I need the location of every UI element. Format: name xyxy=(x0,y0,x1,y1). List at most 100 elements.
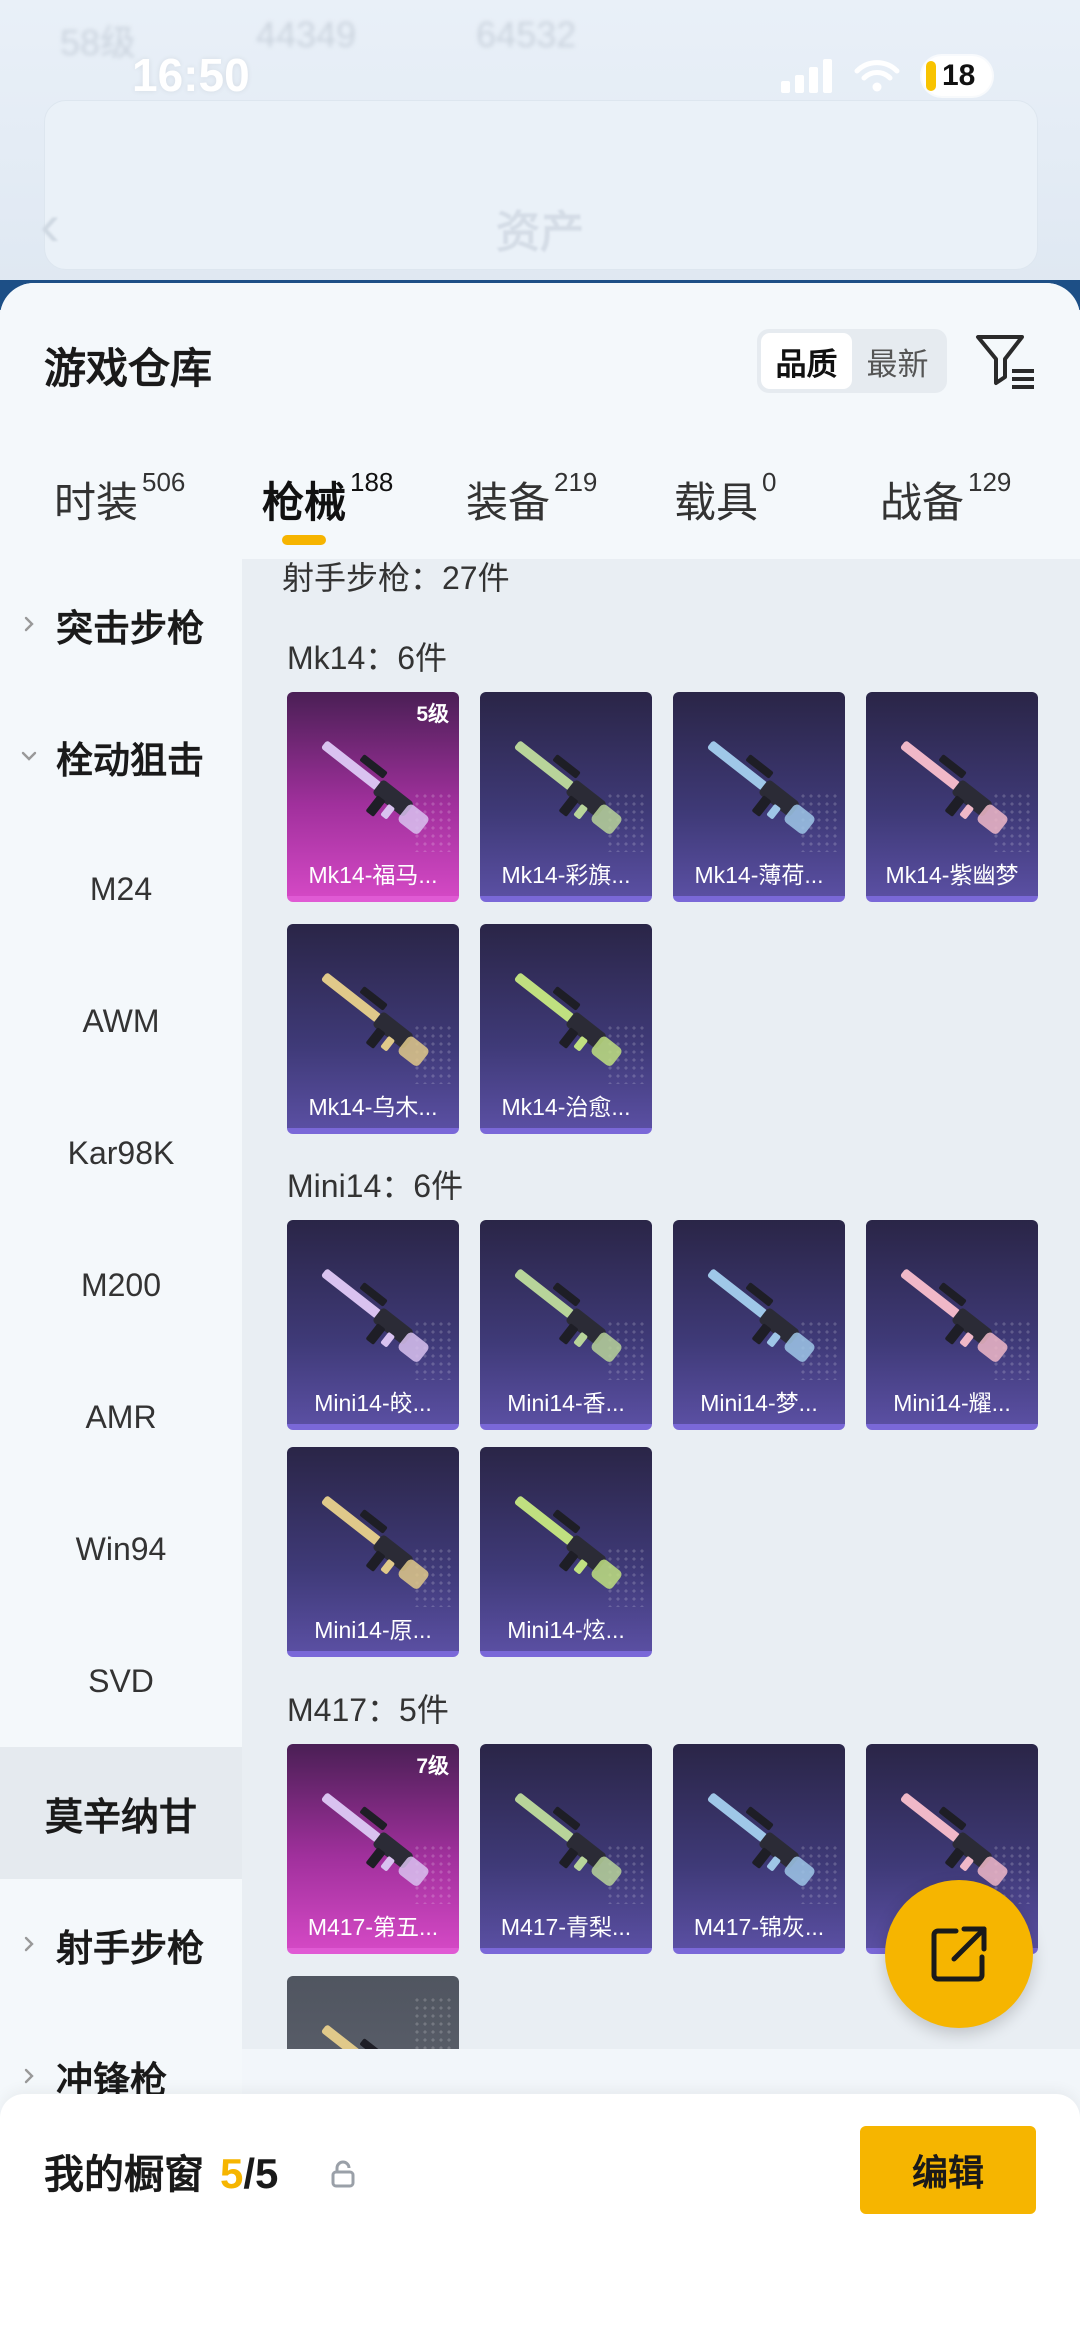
sidebar-item-mosin-nagant[interactable]: 莫辛纳甘 xyxy=(0,1747,242,1879)
rifle-icon xyxy=(321,973,429,1066)
group-label-m417: M417：5件 xyxy=(287,1692,449,1728)
signal-icon xyxy=(781,59,832,93)
sidebar-item-kar98k[interactable]: Kar98K xyxy=(0,1087,242,1219)
chevron-right-icon xyxy=(24,1936,34,1952)
background-header: 58级 44349 64532 ‹ 资产 16:50 18 xyxy=(0,0,1080,290)
sidebar-item-label: 突击步枪 xyxy=(56,608,204,649)
weapon-card[interactable]: Mini14-耀... xyxy=(866,1220,1038,1430)
edit-button[interactable]: 编辑 xyxy=(860,2126,1036,2214)
battery-indicator: 18 xyxy=(922,56,992,96)
rifle-icon xyxy=(514,1793,622,1886)
sort-toggle: 品质 最新 xyxy=(757,329,947,393)
weapon-card[interactable]: Mini14-香... xyxy=(480,1220,652,1430)
card-name: Mini14-香... xyxy=(507,1390,625,1416)
rifle-icon xyxy=(514,1269,622,1362)
card-name: M417-青梨... xyxy=(500,1914,632,1940)
showcase-current: 5 xyxy=(220,2150,244,2197)
rifle-icon xyxy=(321,1793,429,1886)
showcase-separator: / xyxy=(243,2150,256,2197)
weapon-card[interactable]: Mini14-梦... xyxy=(673,1220,845,1430)
chevron-right-icon xyxy=(24,2068,34,2084)
sort-quality-button[interactable]: 品质 xyxy=(761,333,852,389)
tab-equipment[interactable]: 装备 219 xyxy=(466,467,598,530)
page-title: 资产 xyxy=(496,208,584,257)
sort-latest-button[interactable]: 最新 xyxy=(852,333,943,389)
weapon-card[interactable]: Mini14-炫... xyxy=(480,1447,652,1657)
sidebar-item-label: 射手步枪 xyxy=(56,1928,204,1969)
category-tabs: 时装 506 枪械 188 装备 219 载具 0 战备 129 xyxy=(0,467,1080,559)
rifle-icon xyxy=(321,2025,388,2049)
card-name: Mk14-紫幽梦 xyxy=(885,862,1019,888)
chevron-down-icon xyxy=(21,751,37,761)
tab-firearms[interactable]: 枪械 188 xyxy=(262,467,394,530)
showcase-title: 我的橱窗 5/5 xyxy=(44,2142,278,2200)
weapon-card[interactable]: Mk14-乌木... xyxy=(287,924,459,1134)
filter-icon[interactable] xyxy=(972,327,1038,393)
battery-level: 18 xyxy=(942,59,976,92)
card-name: Mk14-乌木... xyxy=(308,1094,438,1120)
rifle-icon xyxy=(900,1269,1008,1362)
weapon-card[interactable]: Mini14-原... xyxy=(287,1447,459,1657)
tab-label: 战备 xyxy=(880,479,965,526)
weapon-grid: 射手步枪：27件 Mk14：6件 Mini14：6件 M417：5件 5级 Mk1… xyxy=(242,559,1080,2049)
tab-label: 载具 xyxy=(674,479,759,526)
weapon-card[interactable] xyxy=(287,1976,459,2049)
weapon-card[interactable]: M417-锦灰... xyxy=(673,1744,845,1954)
card-name: Mini14-炫... xyxy=(507,1617,625,1643)
weapon-card[interactable]: Mk14-薄荷... xyxy=(673,692,845,902)
card-name: Mk14-彩旗... xyxy=(501,862,631,888)
tab-label: 枪械 xyxy=(262,479,347,526)
warehouse-sheet: 游戏仓库 品质 最新 时装 506 枪械 188 装备 219 载具 0 战备 … xyxy=(0,283,1080,2341)
tab-count: 129 xyxy=(968,467,1012,497)
warehouse-title: 游戏仓库 xyxy=(44,345,213,392)
weapon-card[interactable]: Mk14-紫幽梦 xyxy=(866,692,1038,902)
card-name: Mk14-福马... xyxy=(308,862,438,888)
weapon-card[interactable]: Mini14-皎... xyxy=(287,1220,459,1430)
background-id: 44349 xyxy=(256,14,357,55)
share-icon xyxy=(931,1926,987,1982)
sidebar-item-marksman-rifles[interactable]: 射手步枪 xyxy=(0,1879,242,2011)
sidebar-item-svd[interactable]: SVD xyxy=(0,1615,242,1747)
rifle-icon xyxy=(321,1269,429,1362)
status-icons: 18 xyxy=(781,56,992,96)
card-level-badge: 5级 xyxy=(416,703,449,726)
sidebar-item-win94[interactable]: Win94 xyxy=(0,1483,242,1615)
card-name: Mini14-皎... xyxy=(314,1390,432,1416)
tab-vehicles[interactable]: 载具 0 xyxy=(674,467,776,530)
card-name: M417-第五... xyxy=(307,1914,439,1940)
showcase-bar: 我的橱窗 5/5 编辑 xyxy=(0,2094,1080,2341)
weapon-sidebar: 突击步枪 栓动狙击 M24 AWM Kar98K M200 AMR Win94 … xyxy=(0,559,242,2339)
sidebar-item-awm[interactable]: AWM xyxy=(0,955,242,1087)
sidebar-item-m200[interactable]: M200 xyxy=(0,1219,242,1351)
weapon-card[interactable]: Mk14-彩旗... xyxy=(480,692,652,902)
weapon-card[interactable]: 5级 Mk14-福马... xyxy=(287,692,459,902)
weapon-card[interactable]: M417-青梨... xyxy=(480,1744,652,1954)
rifle-icon xyxy=(707,1269,815,1362)
tab-count: 506 xyxy=(142,467,186,497)
chevron-right-icon xyxy=(24,616,34,632)
group-label-mini14: Mini14：6件 xyxy=(287,1168,464,1204)
sidebar-item-amr[interactable]: AMR xyxy=(0,1351,242,1483)
background-coins: 64532 xyxy=(476,14,577,55)
rifle-icon xyxy=(514,741,622,834)
rifle-icon xyxy=(514,1496,622,1589)
tab-count: 219 xyxy=(554,467,598,497)
rifle-icon xyxy=(900,741,1008,834)
tab-supplies[interactable]: 战备 129 xyxy=(880,467,1012,530)
weapon-card[interactable]: Mk14-治愈... xyxy=(480,924,652,1134)
sidebar-item-bolt-action[interactable]: 栓动狙击 xyxy=(0,691,242,823)
tab-count: 188 xyxy=(350,467,394,497)
lock-icon[interactable] xyxy=(330,2160,356,2188)
tab-outfits[interactable]: 时装 506 xyxy=(54,467,186,530)
section-header: 射手步枪：27件 xyxy=(282,560,510,596)
weapon-card[interactable]: 7级 M417-第五... xyxy=(287,1744,459,1954)
rifle-icon xyxy=(707,741,815,834)
sidebar-item-label: 栓动狙击 xyxy=(56,740,204,781)
sidebar-item-m24[interactable]: M24 xyxy=(0,823,242,955)
card-name: Mini14-梦... xyxy=(700,1390,818,1416)
card-name: M417-锦灰... xyxy=(693,1914,825,1940)
card-name: Mk14-薄荷... xyxy=(694,862,824,888)
card-name: Mini14-原... xyxy=(314,1617,432,1643)
share-button[interactable] xyxy=(885,1880,1033,2028)
sidebar-item-assault-rifles[interactable]: 突击步枪 xyxy=(0,559,242,691)
